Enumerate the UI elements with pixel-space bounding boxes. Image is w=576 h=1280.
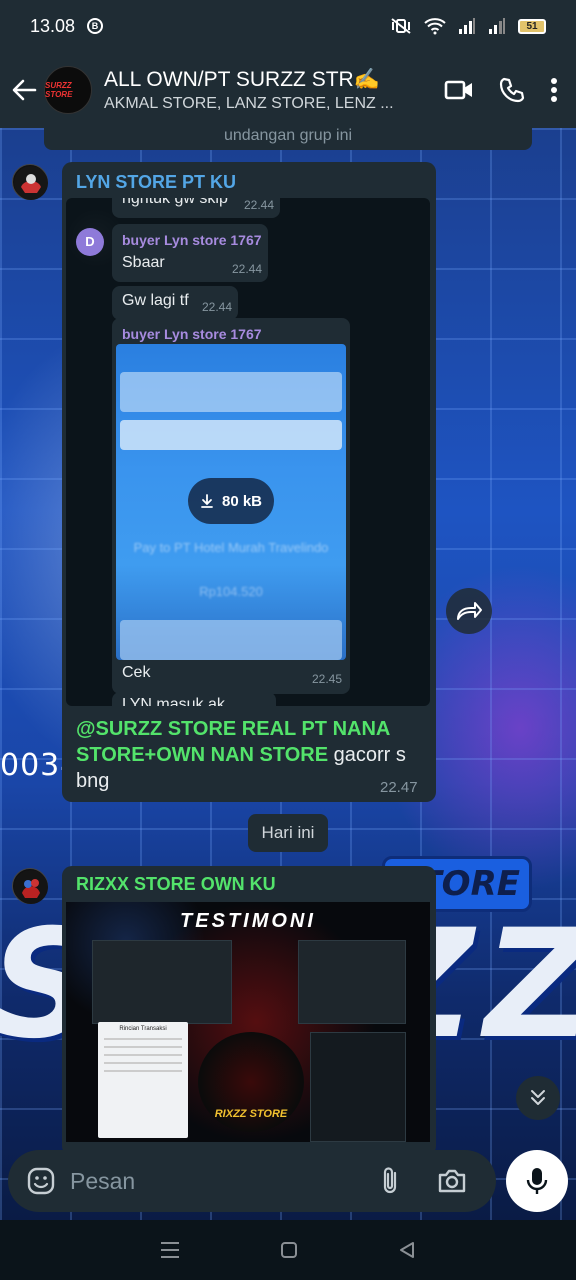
back-nav-icon[interactable]	[397, 1240, 417, 1260]
receipt-line	[104, 1062, 182, 1064]
battery-icon: 51	[518, 18, 546, 34]
attach-icon	[383, 1167, 397, 1194]
chat-thumbnail	[92, 940, 232, 1024]
sender-name[interactable]: LYN STORE PT KU	[76, 172, 236, 193]
mute-vibrate-icon	[391, 18, 411, 34]
inner-text: ngntuk gw skip	[122, 198, 228, 207]
brand-name: RIXZZ STORE	[214, 1108, 288, 1120]
inner-text: Gw lagi tf	[122, 292, 189, 309]
inner-message: ngntuk gw skip 22.44	[112, 198, 280, 218]
receipt-line	[104, 1054, 182, 1056]
message-list[interactable]: undangan grup ini LYN STORE PT KU ngntuk…	[0, 128, 576, 1220]
blurred-card	[120, 372, 342, 412]
group-info[interactable]: ALL OWN/PT SURZZ STR✍ AKMAL STORE, LANZ …	[104, 68, 394, 113]
status-icons: 51	[390, 17, 546, 35]
inner-sender: buyer Lyn store 1767	[122, 232, 262, 248]
system-nav-bar	[0, 1220, 576, 1280]
sender-avatar[interactable]	[12, 164, 48, 200]
inner-time: 22.44	[201, 300, 232, 314]
video-call-icon[interactable]	[444, 78, 474, 102]
inner-message: buyer Lyn store 1767 Sbaar 22.44	[112, 224, 268, 282]
inner-time: 22.44	[243, 198, 274, 212]
system-message: undangan grup ini	[44, 128, 532, 150]
testimonial-image[interactable]: TESTIMONI Rincian Transaksi RIXZZ STORE	[66, 902, 430, 1142]
message-time: 22.47	[380, 779, 418, 796]
testimonial-thumbnail	[310, 1032, 406, 1142]
inner-time: 22.45	[311, 672, 342, 686]
group-avatar-logo: SURZZ STORE	[45, 81, 73, 99]
sender-name[interactable]: RIZXX STORE OWN KU	[76, 874, 276, 895]
phone-call-icon[interactable]	[498, 76, 526, 104]
group-title: ALL OWN/PT SURZZ STR✍	[104, 67, 380, 91]
receipt-line	[104, 1038, 182, 1040]
group-avatar[interactable]: SURZZ STORE	[44, 66, 92, 114]
double-chevron-down-icon	[531, 1090, 545, 1105]
blurred-caption: Pay to PT Hotel Murah Travelindo	[133, 540, 329, 555]
wifi-icon	[424, 18, 446, 35]
screenshot-image[interactable]: ngntuk gw skip 22.44 D buyer Lyn store 1…	[66, 198, 430, 706]
voice-record-button[interactable]	[506, 1150, 568, 1212]
notification-badge-icon: B	[87, 18, 104, 34]
message-input[interactable]	[70, 1161, 370, 1201]
profile-photo-icon	[14, 166, 48, 200]
inner-avatar: D	[76, 228, 104, 256]
blurred-payment-image[interactable]: Pay to PT Hotel Murah Travelindo Rp104.5…	[116, 344, 346, 660]
sender-avatar[interactable]	[12, 868, 48, 904]
composer	[8, 1150, 496, 1212]
recent-apps-icon[interactable]	[159, 1240, 181, 1260]
attach-button[interactable]	[370, 1161, 410, 1201]
forward-icon	[457, 602, 482, 620]
status-bar: 13.08 B 51	[0, 0, 576, 52]
back-button[interactable]	[4, 70, 44, 110]
receipt-line	[104, 1046, 182, 1048]
chat-thumbnail	[298, 940, 406, 1024]
day-divider: Hari ini	[248, 814, 328, 852]
inner-sender: buyer Lyn store 1767	[122, 326, 262, 342]
chat-header: SURZZ STORE ALL OWN/PT SURZZ STR✍ AKMAL …	[0, 52, 576, 128]
blurred-card	[120, 620, 342, 660]
inner-text: Cek	[122, 664, 151, 681]
emoji-button[interactable]	[26, 1166, 56, 1196]
scroll-to-bottom-button[interactable]	[516, 1076, 560, 1120]
download-button[interactable]: 80 kB	[188, 478, 274, 524]
signal-icon	[489, 18, 505, 34]
message-text[interactable]: @SURZZ STORE REAL PT NANA STORE+OWN NAN …	[76, 716, 424, 794]
receipt-title: Rincian Transaksi	[119, 1026, 167, 1032]
header-actions	[444, 76, 558, 104]
camera-icon	[438, 1169, 466, 1193]
inner-time: 22.44	[231, 262, 262, 276]
media-size: 80 kB	[221, 492, 263, 510]
testimonial-title: TESTIMONI	[180, 910, 316, 932]
profile-photo-icon	[14, 870, 48, 904]
blurred-amount: Rp104.520	[199, 584, 263, 599]
blurred-card	[120, 420, 342, 450]
inner-text: LYN masuk ak	[122, 696, 225, 706]
signal-icon	[459, 18, 475, 34]
inner-message: Gw lagi tf 22.44	[112, 286, 238, 320]
forward-button[interactable]	[446, 588, 492, 634]
download-icon	[201, 494, 213, 508]
emoji-icon	[27, 1167, 55, 1195]
more-vert-icon[interactable]	[550, 77, 558, 103]
camera-button[interactable]	[432, 1161, 472, 1201]
back-arrow-icon	[12, 79, 37, 101]
receipt-line	[104, 1070, 182, 1072]
home-icon[interactable]	[279, 1240, 299, 1260]
receipt-thumbnail: Rincian Transaksi	[98, 1022, 188, 1138]
mic-icon	[526, 1168, 548, 1194]
inner-text: Sbaar	[122, 254, 165, 271]
group-members: AKMAL STORE, LANZ STORE, LENZ ...	[104, 94, 394, 112]
inner-message: LYN masuk ak	[112, 692, 276, 706]
status-time: 13.08	[30, 15, 76, 36]
